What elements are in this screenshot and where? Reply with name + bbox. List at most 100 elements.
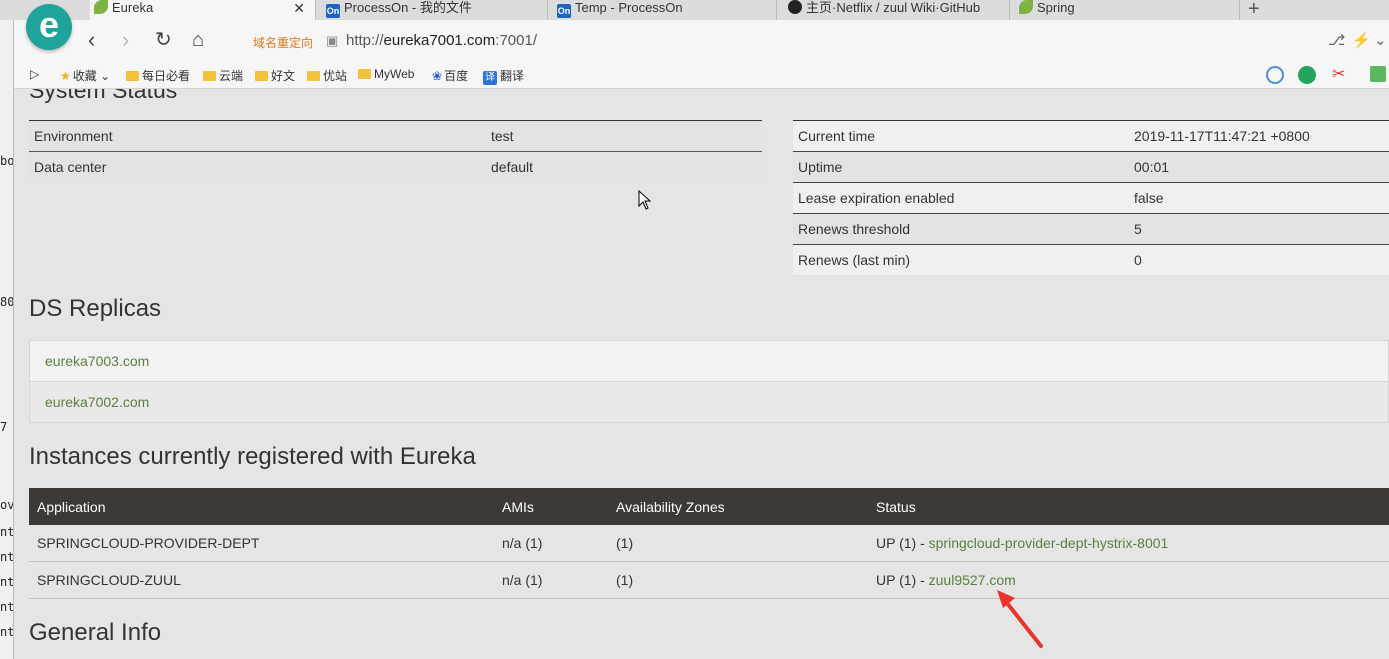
list-item: eureka7002.com <box>29 381 1389 423</box>
share-icon[interactable]: ⎇ <box>1328 31 1345 49</box>
column-header: Application <box>29 488 494 525</box>
eureka-dashboard: System Status Environment test Data cent… <box>14 89 1389 659</box>
table-row: Renews (last min) 0 <box>793 244 1389 275</box>
table-header-row: Application AMIs Availability Zones Stat… <box>29 488 1389 525</box>
bookmark-label: 好文 <box>271 69 296 83</box>
tab-label: Temp - ProcessOn <box>575 0 683 15</box>
column-header: Status <box>868 488 1389 525</box>
status-value: 2019-11-17T11:47:21 +0800 <box>1129 120 1389 152</box>
zones-value: (1) <box>608 561 868 599</box>
table-row: Data center default <box>29 151 762 182</box>
tab-label: 主页·Netflix / zuul Wiki·GitHub <box>806 0 981 15</box>
list-item: eureka7003.com <box>29 340 1389 382</box>
status-key: Data center <box>29 151 486 182</box>
tab-processon-temp[interactable]: On Temp - ProcessOn <box>553 0 777 20</box>
close-tab-icon[interactable]: ✕ <box>293 0 305 16</box>
site-info-icon[interactable]: ▣ <box>326 33 338 49</box>
address-bar[interactable]: http://eureka7001.com:7001/ <box>346 32 537 49</box>
reload-icon[interactable]: ↻ <box>155 29 172 51</box>
back-icon[interactable]: ‹ <box>88 29 95 51</box>
bookmark-myweb[interactable]: MyWeb <box>358 67 414 81</box>
amis-value: n/a (1) <box>494 525 608 562</box>
table-row: Current time 2019-11-17T11:47:21 +0800 <box>793 120 1389 152</box>
bookmark-label: MyWeb <box>374 67 415 81</box>
extension-icon[interactable] <box>1370 66 1386 82</box>
status-value: 5 <box>1129 213 1389 245</box>
bookmark-label: 云端 <box>219 69 244 83</box>
zoom-out-icon[interactable] <box>1266 66 1284 84</box>
redirect-label[interactable]: 域名重定向 <box>253 34 313 51</box>
tab-spring[interactable]: Spring <box>1015 0 1240 20</box>
system-status-left-table: Environment test Data center default <box>29 120 762 182</box>
status-key: Renews threshold <box>793 213 1129 245</box>
tab-label: Spring <box>1037 0 1075 15</box>
reader-icon[interactable] <box>1298 66 1316 84</box>
instances-table: Application AMIs Availability Zones Stat… <box>29 488 1389 599</box>
status-cell: UP (1) - springcloud-provider-dept-hystr… <box>868 525 1389 562</box>
status-key: Lease expiration enabled <box>793 182 1129 214</box>
url-suffix: :7001/ <box>495 32 537 49</box>
application-name: SPRINGCLOUD-PROVIDER-DEPT <box>29 525 494 562</box>
ds-replicas-list: eureka7003.com eureka7002.com <box>29 340 1389 423</box>
general-info-heading: General Info <box>29 619 162 646</box>
status-value: 0 <box>1129 244 1389 275</box>
table-row: SPRINGCLOUD-PROVIDER-DEPT n/a (1) (1) UP… <box>29 525 1389 562</box>
system-status-heading: System Status <box>29 89 178 103</box>
status-text: UP (1) - <box>876 572 929 588</box>
folder-icon <box>307 71 320 81</box>
translate-icon: 译 <box>483 71 497 85</box>
instance-link[interactable]: springcloud-provider-dept-hystrix-8001 <box>929 535 1169 551</box>
bookmark-articles[interactable]: 好文 <box>255 67 295 84</box>
lightning-icon[interactable]: ⚡ <box>1352 31 1371 49</box>
bookmark-label: 翻译 <box>500 69 525 83</box>
mouse-cursor-icon <box>638 190 652 210</box>
sidebar-toggle-icon[interactable]: ▷ <box>30 67 39 81</box>
tab-processon-files[interactable]: On ProcessOn - 我的文件 <box>322 0 548 20</box>
bookmark-translate[interactable]: 译翻译 <box>483 67 524 85</box>
forward-icon[interactable]: › <box>122 29 129 51</box>
processon-icon: On <box>326 4 340 18</box>
status-key: Environment <box>29 120 486 152</box>
table-row: SPRINGCLOUD-ZUUL n/a (1) (1) UP (1) - zu… <box>29 561 1389 599</box>
folder-icon <box>358 69 371 79</box>
processon-icon: On <box>557 4 571 18</box>
star-icon: ★ <box>60 69 71 83</box>
bookmark-baidu[interactable]: ❀ 百度 <box>432 67 468 84</box>
browser-toolbar: e ‹ › ↻ ⌂ 域名重定向 ▣ http://eureka7001.com:… <box>0 4 1389 62</box>
column-header: Availability Zones <box>608 488 868 525</box>
bookmark-label: 优站 <box>323 69 348 83</box>
home-icon[interactable]: ⌂ <box>192 29 204 51</box>
replica-link[interactable]: eureka7003.com <box>29 340 1389 382</box>
status-key: Uptime <box>793 151 1129 183</box>
tab-label: Eureka <box>112 0 154 15</box>
bookmark-favorites[interactable]: ★ 收藏 ⌄ <box>60 67 110 84</box>
scissors-icon[interactable]: ✂ <box>1332 64 1345 84</box>
url-prefix: http:// <box>346 32 384 49</box>
bookmark-sites[interactable]: 优站 <box>307 67 347 84</box>
column-header: AMIs <box>494 488 608 525</box>
status-text: UP (1) - <box>876 535 929 551</box>
table-row: Lease expiration enabled false <box>793 182 1389 214</box>
table-row: Environment test <box>29 120 762 152</box>
table-row: Renews threshold 5 <box>793 213 1389 245</box>
bookmark-label: 百度 <box>444 69 469 83</box>
github-icon <box>788 0 802 14</box>
new-tab-button[interactable]: + <box>1248 0 1260 21</box>
chevron-down-icon[interactable]: ⌄ <box>1374 31 1387 49</box>
annotation-arrow-icon <box>997 590 1043 648</box>
bookmark-label: 每日必看 <box>142 69 191 83</box>
bookmark-label: 收藏 <box>72 69 97 83</box>
background-window-sliver: bo 80 7 ov nt nt nt nt nt <box>0 20 14 659</box>
bookmark-daily[interactable]: 每日必看 <box>126 67 190 84</box>
spring-leaf-icon <box>1019 0 1033 14</box>
instance-link[interactable]: zuul9527.com <box>929 572 1016 588</box>
bookmark-cloud[interactable]: 云端 <box>203 67 243 84</box>
replica-link[interactable]: eureka7002.com <box>29 381 1389 423</box>
tab-label: ProcessOn - 我的文件 <box>344 0 472 15</box>
status-value: test <box>486 120 762 152</box>
tab-github-zuul[interactable]: 主页·Netflix / zuul Wiki·GitHub <box>784 0 1010 20</box>
amis-value: n/a (1) <box>494 561 608 599</box>
tab-eureka[interactable]: Eureka ✕ <box>90 0 316 20</box>
spring-leaf-icon <box>94 0 108 14</box>
ds-replicas-heading: DS Replicas <box>29 295 162 322</box>
